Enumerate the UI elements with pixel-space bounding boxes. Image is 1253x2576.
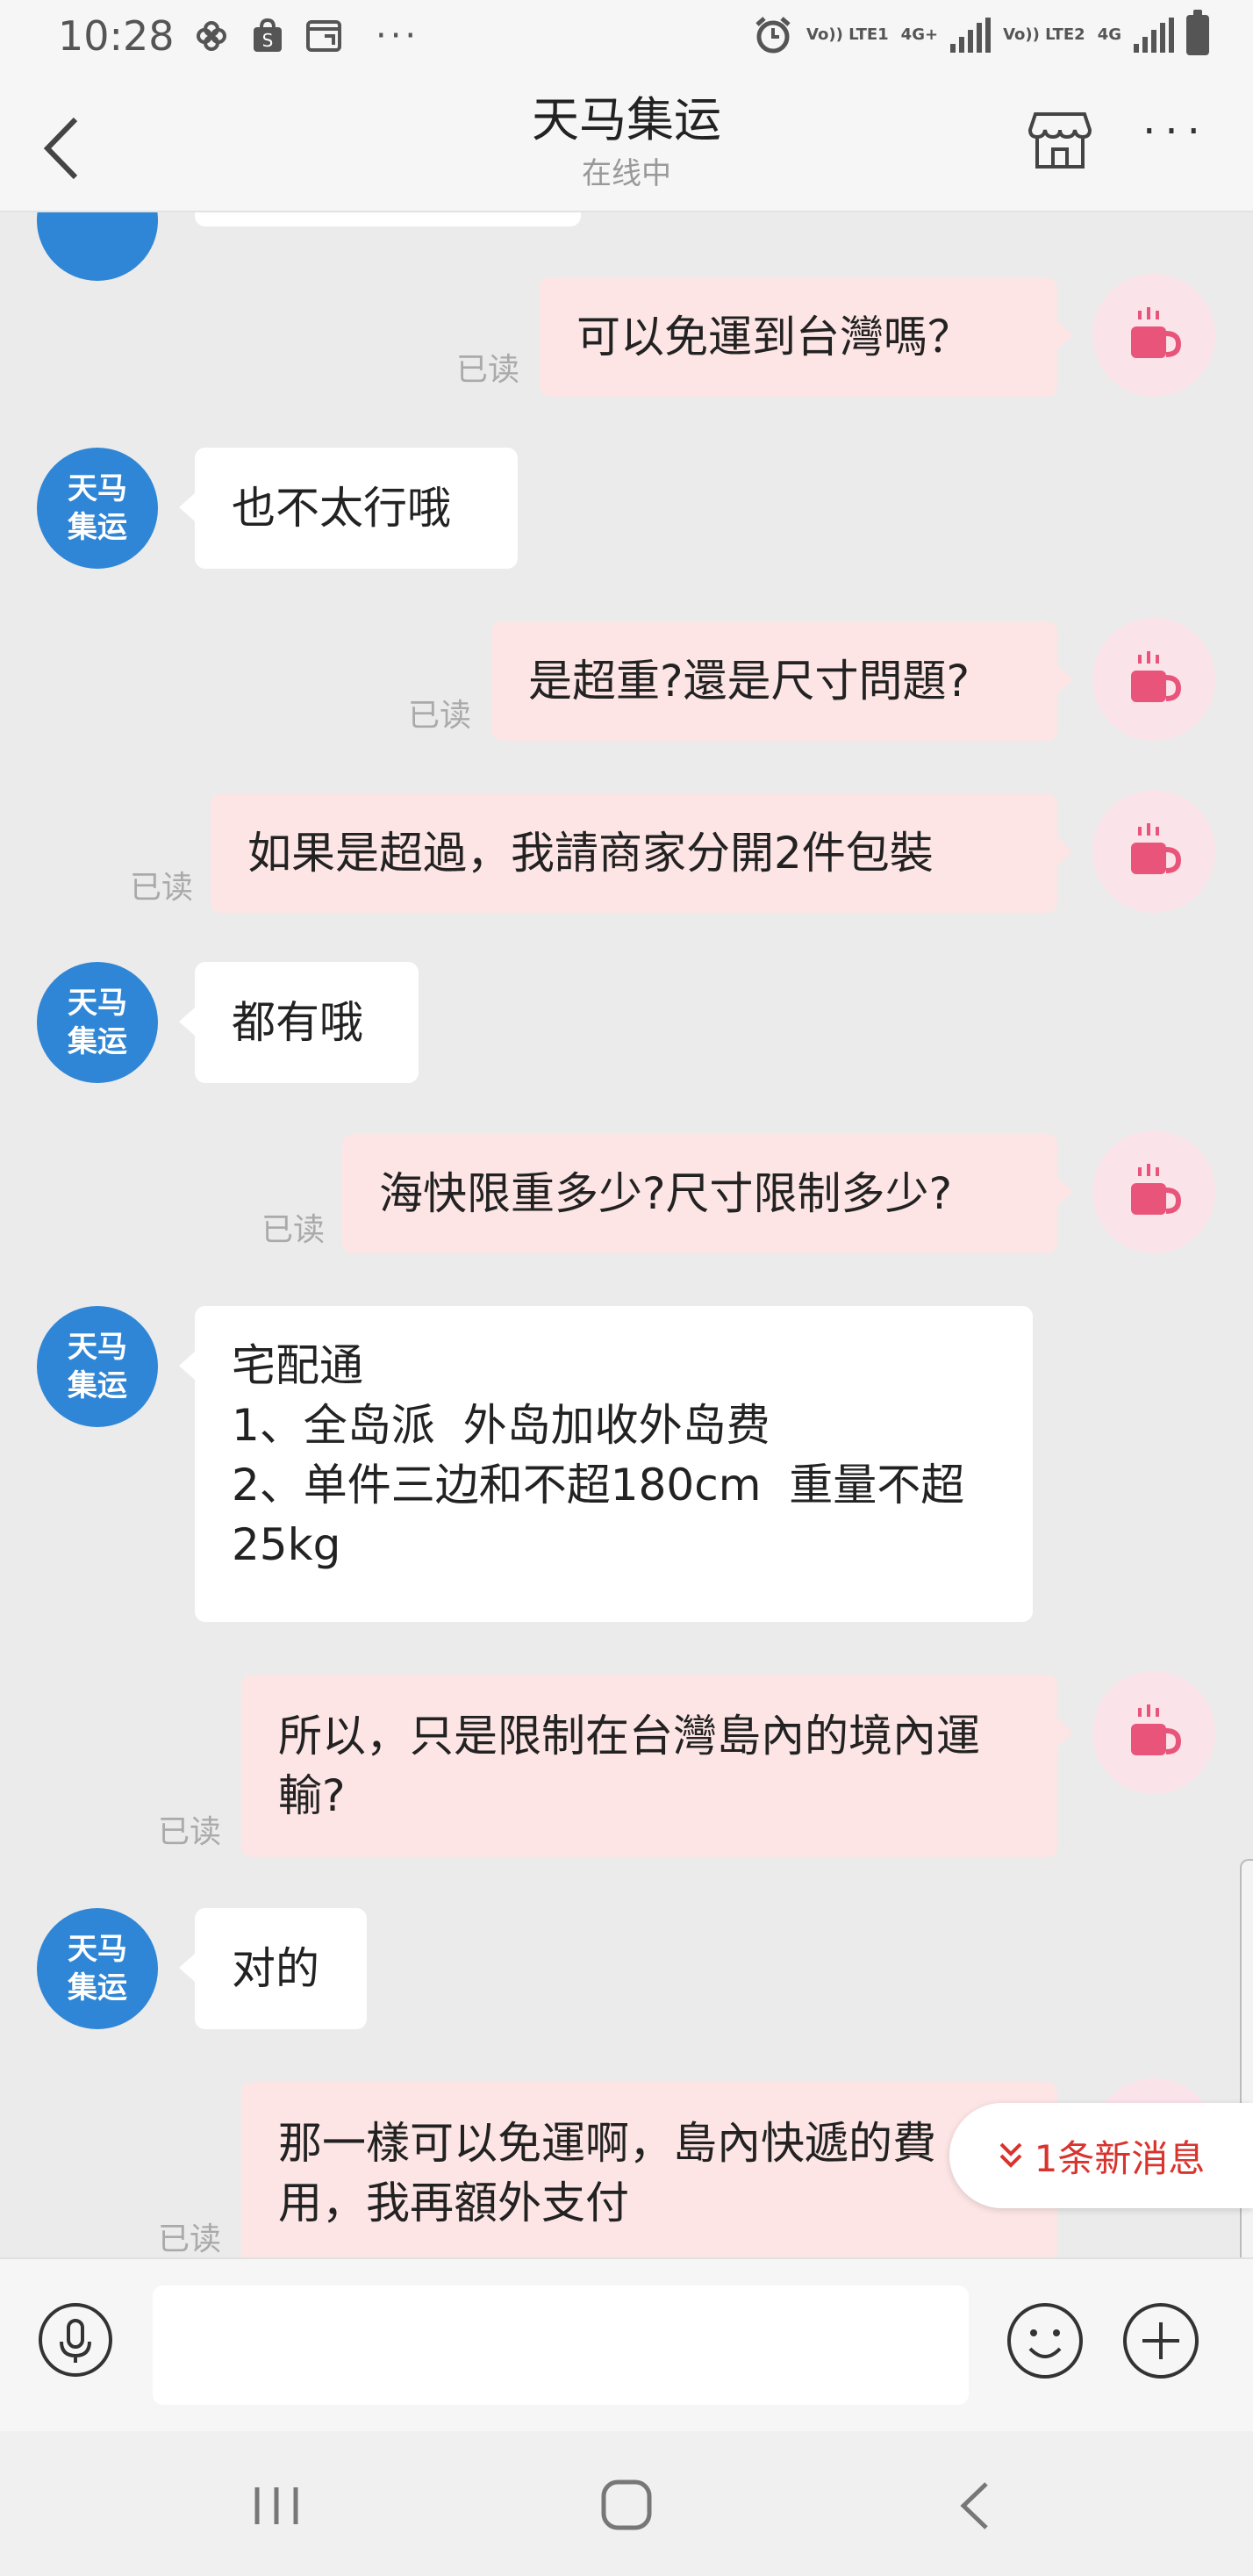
chat-message-list[interactable]: 已读 可以免運到台灣嗎？ 天马 集运 也不太行哦 已读 是超重?還是尺寸問題? 已… <box>0 212 1253 2257</box>
system-back-button[interactable] <box>942 2475 1013 2537</box>
message-bubble[interactable]: 也不太行哦 <box>195 448 518 569</box>
recent-apps-icon <box>254 2487 298 2524</box>
bubble-tail <box>1057 321 1073 349</box>
message-bubble[interactable]: 如果是超過，我請商家分開2件包裝 <box>211 793 1057 913</box>
message-bubble[interactable]: 都有哦 <box>195 962 419 1083</box>
avatar-tianma[interactable]: 天马 集运 <box>37 448 158 569</box>
more-options-button[interactable]: ··· <box>1132 105 1220 158</box>
pinwheel-icon <box>191 16 232 56</box>
home-icon <box>601 2479 652 2530</box>
system-nav-bar <box>0 2431 1253 2576</box>
avatar-text-line1: 天马 <box>68 1330 127 1365</box>
avatar-me[interactable] <box>1092 618 1215 741</box>
bubble-tail <box>179 1954 195 1982</box>
message-bubble[interactable]: 可以免運到台灣嗎？ <box>540 277 1057 397</box>
avatar-text-line1: 天马 <box>68 986 127 1021</box>
bubble-tail <box>179 493 195 521</box>
message-bubble[interactable]: 是超重?還是尺寸問題? <box>491 621 1057 741</box>
coffee-cup-icon <box>1131 651 1182 702</box>
notification-icons: S ··· <box>191 16 419 56</box>
avatar-tianma[interactable] <box>37 212 158 281</box>
avatar-text-line2: 集运 <box>68 1368 127 1403</box>
message-bubble-partial <box>195 212 581 226</box>
back-icon <box>960 2482 988 2529</box>
avatar-me[interactable] <box>1092 1671 1215 1794</box>
message-input[interactable] <box>153 2285 969 2405</box>
read-receipt: 已读 <box>158 1814 222 1850</box>
status-bar: 10:28 S ··· Vo)) LTE1 4G+ Vo)) LTE2 4G <box>0 0 1253 79</box>
read-receipt: 已读 <box>456 352 520 388</box>
new-messages-button[interactable]: 1条新消息 <box>949 2103 1253 2208</box>
shopping-bag-icon: S <box>247 16 288 56</box>
sim1-signal-icon <box>950 18 992 53</box>
more-notifications: ··· <box>376 16 420 56</box>
read-receipt: 已读 <box>158 2221 222 2257</box>
more-actions-button[interactable] <box>1121 2301 1200 2380</box>
input-bar <box>0 2257 1253 2431</box>
avatar-tianma[interactable]: 天马 集运 <box>37 1908 158 2029</box>
chat-header: 天马集运 在线中 ··· <box>0 79 1253 212</box>
alarm-icon <box>755 17 791 54</box>
avatar-text-line1: 天马 <box>68 1932 127 1967</box>
sim1-label: Vo)) LTE1 <box>806 25 889 44</box>
sim2-signal-icon <box>1134 18 1174 53</box>
double-chevron-down-icon <box>999 2142 1022 2168</box>
read-receipt: 已读 <box>130 870 194 906</box>
avatar-text-line1: 天马 <box>68 471 127 506</box>
emoji-button[interactable] <box>1006 2301 1085 2380</box>
svg-text:S: S <box>262 30 274 51</box>
status-indicators: Vo)) LTE1 4G+ Vo)) LTE2 4G <box>752 10 1209 56</box>
bubble-tail <box>1057 837 1073 865</box>
store-icon <box>1027 112 1092 169</box>
avatar-text-line2: 集运 <box>68 510 127 545</box>
avatar-me[interactable] <box>1092 790 1215 913</box>
message-bubble[interactable]: 那一樣可以免運啊，島內快遞的費用，我再額外支付 <box>241 2082 1057 2257</box>
status-time: 10:28 <box>58 12 175 60</box>
sim2-label: Vo)) LTE2 <box>1003 25 1085 44</box>
battery-icon <box>1186 10 1209 55</box>
shop-button[interactable] <box>1027 107 1093 174</box>
avatar-text-line2: 集运 <box>68 1970 127 2006</box>
read-receipt: 已读 <box>261 1212 326 1248</box>
bubble-tail <box>1057 665 1073 693</box>
voice-button[interactable] <box>37 2301 114 2379</box>
message-bubble[interactable]: 宅配通 1、全岛派 外岛加收外岛费 2、单件三边和不超180cm 重量不超25k… <box>195 1306 1033 1622</box>
avatar-tianma[interactable]: 天马 集运 <box>37 1306 158 1427</box>
microphone-icon <box>39 2303 112 2377</box>
avatar-text-line2: 集运 <box>68 1024 127 1059</box>
sim1-network: 4G+ <box>900 25 939 44</box>
message-bubble[interactable]: 对的 <box>195 1908 367 2029</box>
message-bubble[interactable]: 所以，只是限制在台灣島內的境內運輸? <box>241 1675 1057 1857</box>
bubble-tail <box>179 1352 195 1380</box>
bubble-tail <box>179 1008 195 1036</box>
avatar-me[interactable] <box>1092 274 1215 397</box>
new-messages-label: 1条新消息 <box>1034 2136 1206 2180</box>
coffee-cup-icon <box>1131 1704 1182 1755</box>
coffee-cup-icon <box>1131 307 1182 358</box>
screenshot-icon <box>304 16 344 56</box>
coffee-cup-icon <box>1131 823 1182 874</box>
avatar-tianma[interactable]: 天马 集运 <box>37 962 158 1083</box>
bubble-tail <box>1057 1178 1073 1206</box>
avatar-me[interactable] <box>1092 1130 1215 1253</box>
recent-apps-button[interactable] <box>241 2475 311 2537</box>
sim2-network: 4G <box>1097 25 1121 44</box>
home-button[interactable] <box>591 2475 662 2537</box>
read-receipt: 已读 <box>408 698 472 734</box>
bubble-tail <box>1057 1719 1073 1747</box>
coffee-cup-icon <box>1131 1164 1182 1215</box>
message-bubble[interactable]: 海快限重多少?尺寸限制多少? <box>342 1134 1057 1253</box>
plus-circle-icon <box>1123 2303 1199 2379</box>
smiley-icon <box>1007 2303 1083 2379</box>
